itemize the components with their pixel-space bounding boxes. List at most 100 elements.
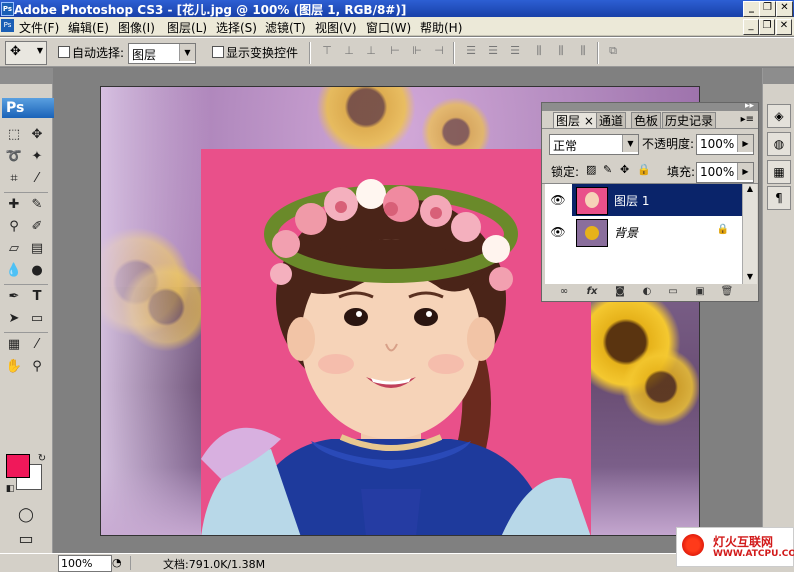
dodge-tool-icon[interactable]: ● (28, 262, 46, 280)
trash-icon[interactable]: 🗑 (719, 286, 735, 300)
tab-history[interactable]: 历史记录 (662, 112, 717, 129)
navigator-panel-icon[interactable]: ◈ (767, 104, 791, 128)
healing-brush-icon[interactable]: ✚ (5, 196, 23, 214)
notes-tool-icon[interactable]: ▦ (5, 336, 23, 354)
clone-stamp-icon[interactable]: ⚲ (5, 218, 23, 236)
menu-edit[interactable]: 编辑(E) (68, 19, 109, 36)
lock-pixels-icon[interactable]: ✎ (603, 163, 612, 176)
distribute-top-icon[interactable]: ☰ (462, 44, 480, 60)
lasso-tool-icon[interactable]: ➰ (5, 148, 23, 166)
path-selection-icon[interactable]: ➤ (5, 310, 23, 328)
menu-filter[interactable]: 滤镜(T) (265, 19, 306, 36)
visibility-eye-icon[interactable]: 👁 (549, 184, 567, 216)
add-mask-icon[interactable]: ◙ (612, 286, 628, 300)
screen-mode-icon[interactable]: ▭ (14, 530, 38, 548)
tab-channels[interactable]: 通道 (596, 112, 627, 129)
distribute-vcenter-icon[interactable]: ☰ (484, 44, 502, 60)
swap-colors-icon[interactable]: ↻ (33, 450, 51, 468)
layer-style-icon[interactable]: fx (584, 286, 600, 300)
lock-all-icon[interactable]: 🔒 (637, 163, 651, 176)
document-icon[interactable]: Ps (1, 19, 14, 32)
distribute-bottom-icon[interactable]: ☰ (506, 44, 524, 60)
brush-tool-icon[interactable]: ✎ (28, 196, 46, 214)
toolbox-header[interactable] (0, 68, 53, 84)
color-panel-icon[interactable]: ◍ (767, 132, 791, 156)
close-tab-icon[interactable]: × (584, 114, 594, 128)
menu-window[interactable]: 窗口(W) (366, 19, 411, 36)
align-top-icon[interactable]: ⊤ (318, 44, 336, 60)
layer-row-layer1[interactable]: 图层 1 (572, 184, 745, 216)
layer-row-background[interactable]: 背景 🔒 (572, 216, 745, 248)
fill-field[interactable]: 100% ▶ (696, 162, 754, 183)
shape-tool-icon[interactable]: ▭ (28, 310, 46, 328)
layers-scrollbar[interactable]: ▲ ▼ (742, 184, 757, 284)
tab-layers[interactable]: 图层 × (553, 112, 597, 129)
align-bottom-icon[interactable]: ⊥ (362, 44, 380, 60)
dock-header[interactable] (763, 68, 794, 84)
tab-swatches[interactable]: 色板 (631, 112, 662, 129)
menu-layer[interactable]: 图层(L) (167, 19, 207, 36)
doc-minimize-button[interactable]: _ (743, 19, 759, 35)
menu-view[interactable]: 视图(V) (315, 19, 357, 36)
align-hcenter-icon[interactable]: ⊩ (408, 44, 426, 60)
auto-select-dropdown[interactable]: 图层 ▼ (128, 43, 196, 64)
distribute-hcenter-icon[interactable]: ⫼ (552, 44, 570, 60)
new-group-icon[interactable]: ▭ (665, 286, 681, 300)
visibility-eye-icon[interactable]: 👁 (549, 216, 567, 248)
magic-wand-icon[interactable]: ✦ (28, 148, 46, 166)
doc-close-button[interactable]: ✕ (776, 19, 792, 35)
eraser-tool-icon[interactable]: ▱ (5, 240, 23, 258)
auto-select-checkbox[interactable] (58, 46, 70, 58)
move-tool-icon[interactable]: ✥ (28, 126, 46, 144)
align-right-icon[interactable]: ⊣ (430, 44, 448, 60)
align-vcenter-icon[interactable]: ⊥ (340, 44, 358, 60)
marquee-tool-icon[interactable]: ⬚ (5, 126, 23, 144)
auto-align-icon[interactable]: ⧉ (604, 44, 622, 60)
move-tool-preset-button[interactable]: ✥ ▼ (5, 41, 47, 65)
pen-tool-icon[interactable]: ✒ (5, 288, 23, 306)
lock-position-icon[interactable]: ✥ (620, 163, 629, 176)
chevron-right-icon[interactable]: ▶ (737, 163, 753, 180)
default-colors-icon[interactable]: ◧ (1, 480, 19, 498)
status-info-icon[interactable]: ◔ (112, 556, 122, 569)
quick-mask-icon[interactable]: ◯ (16, 506, 36, 524)
slice-tool-icon[interactable]: ⁄ (28, 170, 46, 188)
menu-image[interactable]: 图像(I) (118, 19, 155, 36)
scroll-down-icon[interactable]: ▼ (743, 272, 757, 284)
minimize-button[interactable]: _ (743, 1, 760, 17)
distribute-left-icon[interactable]: ⫼ (530, 44, 548, 60)
paragraph-panel-icon[interactable]: ¶ (767, 186, 791, 210)
chevron-down-icon: ▼ (622, 135, 638, 152)
styles-panel-icon[interactable]: ▦ (767, 160, 791, 184)
blend-mode-dropdown[interactable]: 正常 ▼ (549, 134, 639, 155)
panel-header[interactable] (542, 103, 758, 111)
new-layer-icon[interactable]: ▣ (692, 286, 708, 300)
history-brush-icon[interactable]: ✐ (28, 218, 46, 236)
scroll-up-icon[interactable]: ▲ (743, 184, 757, 196)
lock-transparency-icon[interactable]: ▨ (586, 163, 596, 176)
crop-tool-icon[interactable]: ⌗ (5, 170, 23, 188)
collapse-icon[interactable]: ▸▸ (745, 101, 754, 111)
chevron-right-icon[interactable]: ▶ (737, 135, 753, 152)
adjustment-layer-icon[interactable]: ◐ (639, 286, 655, 300)
type-tool-icon[interactable]: T (28, 288, 46, 306)
blur-tool-icon[interactable]: 💧 (5, 262, 23, 280)
close-button[interactable]: ✕ (776, 1, 793, 17)
align-left-icon[interactable]: ⊢ (386, 44, 404, 60)
zoom-field[interactable]: 100% (58, 555, 112, 572)
foreground-color-swatch[interactable] (6, 454, 30, 478)
link-layers-icon[interactable]: ∞ (556, 286, 572, 300)
maximize-button[interactable]: ❐ (759, 1, 776, 17)
distribute-right-icon[interactable]: ⫼ (574, 44, 592, 60)
show-transform-checkbox[interactable] (212, 46, 224, 58)
zoom-tool-icon[interactable]: ⚲ (28, 358, 46, 376)
eyedropper-icon[interactable]: ⁄ (28, 336, 46, 354)
hand-tool-icon[interactable]: ✋ (5, 358, 23, 376)
doc-restore-button[interactable]: ❐ (759, 19, 775, 35)
panel-menu-icon[interactable]: ▸≡ (741, 114, 754, 125)
gradient-tool-icon[interactable]: ▤ (28, 240, 46, 258)
menu-help[interactable]: 帮助(H) (420, 19, 462, 36)
menu-select[interactable]: 选择(S) (216, 19, 257, 36)
opacity-field[interactable]: 100% ▶ (696, 134, 754, 155)
menu-file[interactable]: 文件(F) (19, 19, 59, 36)
